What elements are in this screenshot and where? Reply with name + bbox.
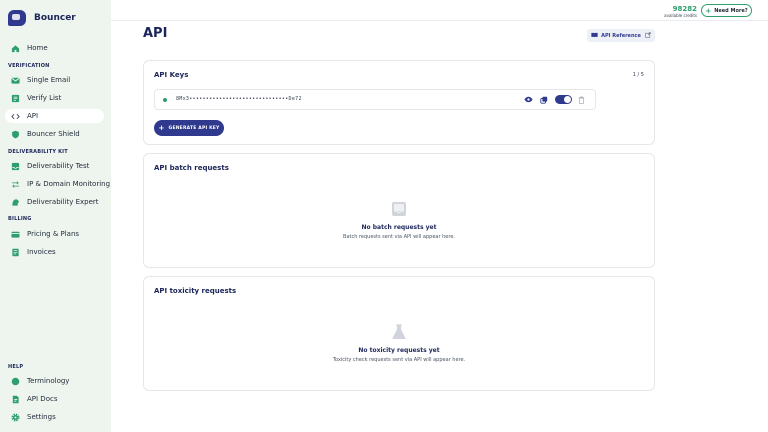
gear-icon [11, 413, 20, 422]
invoice-icon [11, 248, 20, 257]
api-toxicity-requests-card: API toxicity requests No toxicity reques… [143, 276, 655, 391]
sidebar-item-settings[interactable]: Settings [5, 410, 104, 424]
sidebar-item-label: Invoices [27, 248, 56, 256]
section-verification: VERIFICATION [8, 63, 50, 69]
batch-empty-state: No batch requests yet Batch requests sen… [144, 201, 654, 240]
credits-count: 98282 [672, 5, 697, 13]
sidebar-item-label: Settings [27, 413, 56, 421]
sidebar-item-bouncer-shield[interactable]: Bouncer Shield [5, 127, 104, 141]
arrows-icon [11, 180, 20, 189]
api-key-value: 8Mx3••••••••••••••••••••••••••••••De72 [176, 96, 302, 102]
book-icon [11, 377, 20, 386]
sidebar-item-invoices[interactable]: Invoices [5, 245, 104, 259]
sidebar-item-single-email[interactable]: Single Email [5, 73, 104, 87]
section-deliverability-kit: DELIVERABILITY KIT [8, 149, 68, 155]
expert-icon [11, 198, 20, 207]
sidebar-item-label: Bouncer Shield [27, 130, 80, 138]
bouncer-logo-icon [8, 10, 26, 26]
toxicity-empty-state: No toxicity requests yet Toxicity check … [144, 324, 654, 363]
sidebar-item-api[interactable]: API [5, 109, 104, 123]
generate-api-key-button[interactable]: + GENERATE API KEY [154, 120, 224, 136]
batch-empty-title: No batch requests yet [361, 224, 437, 231]
page-title: API [143, 26, 168, 41]
eye-icon[interactable] [524, 95, 533, 104]
sidebar-item-home[interactable]: Home [5, 41, 104, 55]
sidebar-item-label: Home [27, 44, 48, 52]
api-key-row: 8Mx3••••••••••••••••••••••••••••••De72 [154, 89, 596, 110]
envelope-icon [11, 76, 20, 85]
external-link-icon [645, 31, 651, 40]
sidebar-item-pricing-plans[interactable]: Pricing & Plans [5, 227, 104, 241]
home-icon [11, 44, 20, 53]
plus-icon: + [158, 124, 165, 132]
sidebar-item-deliverability-test[interactable]: Deliverability Test [5, 159, 104, 173]
batch-requests-title: API batch requests [154, 164, 229, 172]
api-key-toggle[interactable] [555, 95, 572, 104]
api-keys-count: 1 / 5 [632, 72, 644, 78]
sidebar-item-label: Single Email [27, 76, 71, 84]
sidebar-item-label: Deliverability Expert [27, 198, 99, 206]
batch-empty-subtitle: Batch requests sent via API will appear … [343, 234, 455, 240]
brand-name: Bouncer [34, 13, 76, 23]
sidebar-item-label: Pricing & Plans [27, 230, 80, 238]
plus-icon: + [705, 6, 712, 15]
toxicity-requests-title: API toxicity requests [154, 287, 237, 295]
need-more-label: Need More? [714, 7, 748, 14]
api-keys-title: API Keys [154, 71, 189, 79]
toxicity-empty-subtitle: Toxicity check requests sent via API wil… [332, 357, 466, 363]
shield-icon [11, 130, 20, 139]
sidebar-item-label: Terminology [27, 377, 70, 385]
trash-icon[interactable] [577, 95, 586, 104]
sidebar-item-label: API [27, 112, 39, 120]
credits-display: 98282 available credits [664, 5, 697, 19]
sidebar: Bouncer Home VERIFICATION Single Email V… [0, 0, 111, 432]
header-divider [111, 20, 768, 21]
credits-label: available credits [664, 13, 697, 18]
sidebar-item-deliverability-expert[interactable]: Deliverability Expert [5, 195, 104, 209]
sidebar-item-ip-domain-monitoring[interactable]: IP & Domain Monitoring [5, 177, 110, 191]
api-reference-label: API Reference [601, 32, 641, 39]
card-icon [11, 230, 20, 239]
flask-icon [391, 324, 407, 340]
docs-icon [11, 395, 20, 404]
toxicity-empty-title: No toxicity requests yet [358, 347, 440, 354]
sidebar-item-label: IP & Domain Monitoring [27, 180, 111, 188]
api-keys-card: API Keys 1 / 5 8Mx3•••••••••••••••••••••… [143, 60, 655, 145]
need-more-button[interactable]: + Need More? [701, 4, 752, 17]
sidebar-item-label: API Docs [27, 395, 58, 403]
sidebar-item-api-docs[interactable]: API Docs [5, 392, 104, 406]
status-dot-icon [163, 98, 167, 102]
sidebar-item-label: Deliverability Test [27, 162, 90, 170]
code-icon [11, 112, 20, 121]
api-reference-button[interactable]: API Reference [587, 29, 655, 42]
section-help: HELP [8, 364, 24, 370]
copy-icon[interactable] [539, 95, 548, 104]
sidebar-item-label: Verify List [27, 94, 62, 102]
inbox-icon [11, 162, 20, 171]
brand[interactable]: Bouncer [8, 10, 76, 26]
sidebar-item-verify-list[interactable]: Verify List [5, 91, 104, 105]
api-batch-requests-card: API batch requests No batch requests yet… [143, 153, 655, 268]
sidebar-item-terminology[interactable]: Terminology [5, 374, 104, 388]
generate-api-key-label: GENERATE API KEY [168, 125, 220, 131]
list-icon [11, 94, 20, 103]
book-open-icon [591, 32, 598, 40]
section-billing: BILLING [8, 216, 32, 222]
inbox-empty-icon [391, 201, 407, 217]
